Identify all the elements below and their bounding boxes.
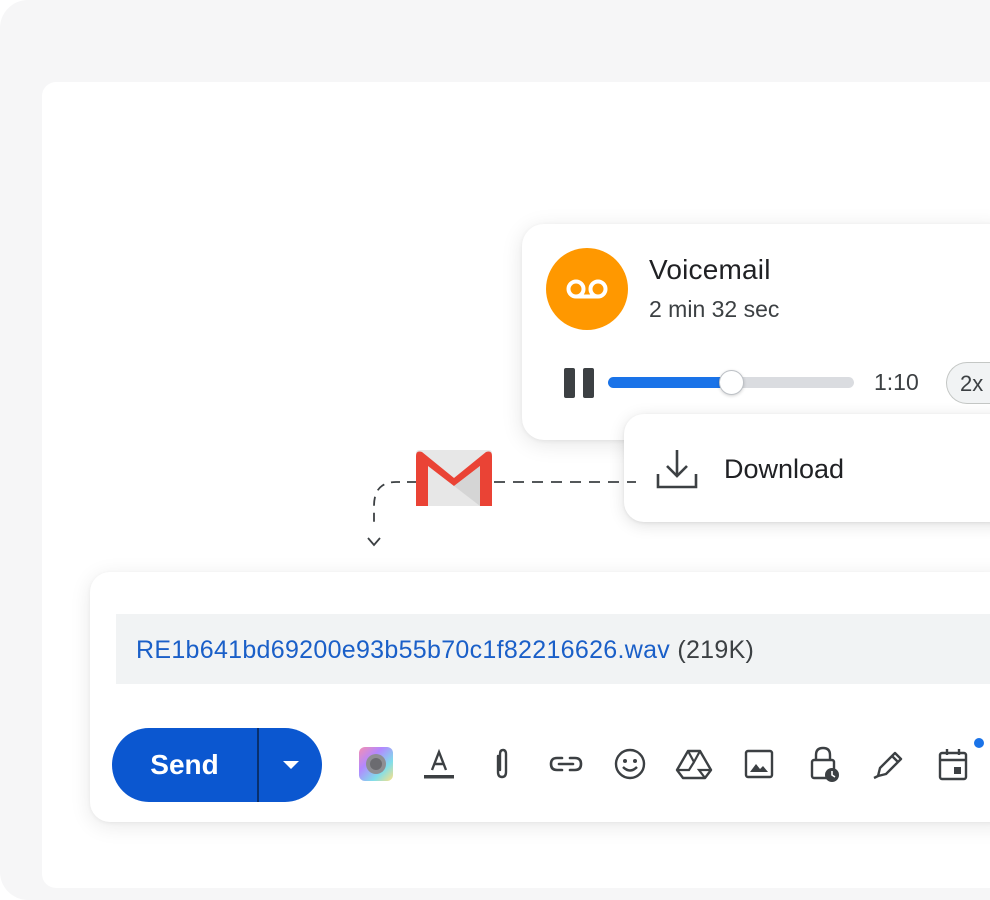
gmail-logo	[416, 450, 492, 506]
voicemail-duration: 2 min 32 sec	[649, 296, 780, 322]
playback-progress-slider[interactable]	[608, 370, 854, 395]
attachment-filename[interactable]: RE1b641bd69200e93b55b70c1f82216626.wav	[136, 636, 670, 664]
pause-icon-bar	[583, 368, 594, 398]
schedule-icon[interactable]	[933, 744, 973, 784]
attach-file-icon[interactable]	[482, 744, 522, 784]
insert-photo-icon[interactable]	[739, 744, 779, 784]
attachment-size: (219K)	[677, 636, 755, 664]
playback-current-time: 1:10	[874, 369, 919, 395]
download-icon	[656, 450, 698, 489]
send-button[interactable]: Send	[112, 728, 257, 802]
notification-dot	[974, 738, 984, 748]
flow-connector	[367, 481, 636, 547]
attachment-chip[interactable]: RE1b641bd69200e93b55b70c1f82216626.wav (…	[116, 614, 990, 684]
signature-icon[interactable]	[868, 744, 908, 784]
playback-progress-fill	[608, 377, 731, 388]
voicemail-avatar	[546, 248, 628, 330]
emoji-icon[interactable]	[610, 744, 650, 784]
pause-button[interactable]	[564, 368, 594, 398]
send-options-dropdown[interactable]	[259, 728, 322, 802]
voicemail-card: Voicemail 2 min 32 sec 1:10 2x	[522, 224, 990, 440]
drive-icon[interactable]	[674, 744, 714, 784]
compose-window: RE1b641bd69200e93b55b70c1f82216626.wav (…	[90, 572, 990, 822]
send-button-group: Send	[112, 728, 322, 802]
confidential-mode-icon[interactable]	[804, 744, 844, 784]
playback-speed-button[interactable]: 2x	[946, 362, 990, 404]
insert-link-icon[interactable]	[546, 744, 586, 784]
ai-assist-icon[interactable]	[356, 744, 396, 784]
chevron-down-icon	[282, 761, 299, 769]
voicemail-icon	[566, 279, 608, 299]
pause-icon-bar	[564, 368, 575, 398]
download-menu-item[interactable]: Download	[624, 414, 990, 522]
text-format-icon[interactable]	[419, 744, 459, 784]
download-label: Download	[724, 454, 845, 484]
playback-slider-thumb[interactable]	[719, 370, 744, 395]
voicemail-title: Voicemail	[649, 254, 771, 285]
